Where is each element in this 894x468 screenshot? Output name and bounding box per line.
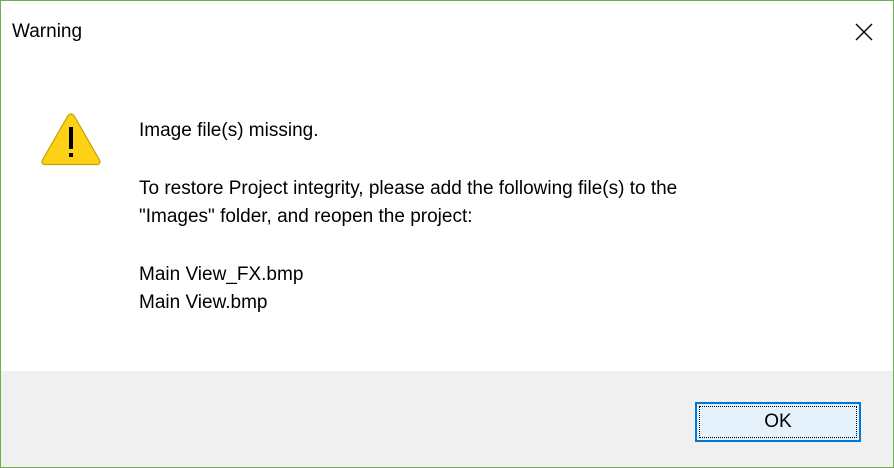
button-bar: OK [1,371,893,467]
message-body: To restore Project integrity, please add… [139,175,677,231]
title-bar[interactable]: Warning [1,1,893,63]
close-button[interactable] [833,1,893,63]
ok-button[interactable]: OK [695,402,861,442]
message-area: Image file(s) missing. To restore Projec… [1,63,893,371]
message-body-line: "Images" folder, and reopen the project: [139,206,473,227]
missing-file-item: Main View.bmp [139,292,268,313]
warning-dialog: Warning Image file(s) missing. To restor… [0,0,894,468]
missing-file-item: Main View_FX.bmp [139,264,304,285]
ok-button-label: OK [764,411,792,432]
missing-files-list: Main View_FX.bmp Main View.bmp [139,261,303,317]
close-icon [855,23,873,41]
message-heading: Image file(s) missing. [139,120,319,141]
window-title: Warning [12,21,83,42]
message-body-line: To restore Project integrity, please add… [139,178,678,199]
warning-icon [40,111,102,172]
